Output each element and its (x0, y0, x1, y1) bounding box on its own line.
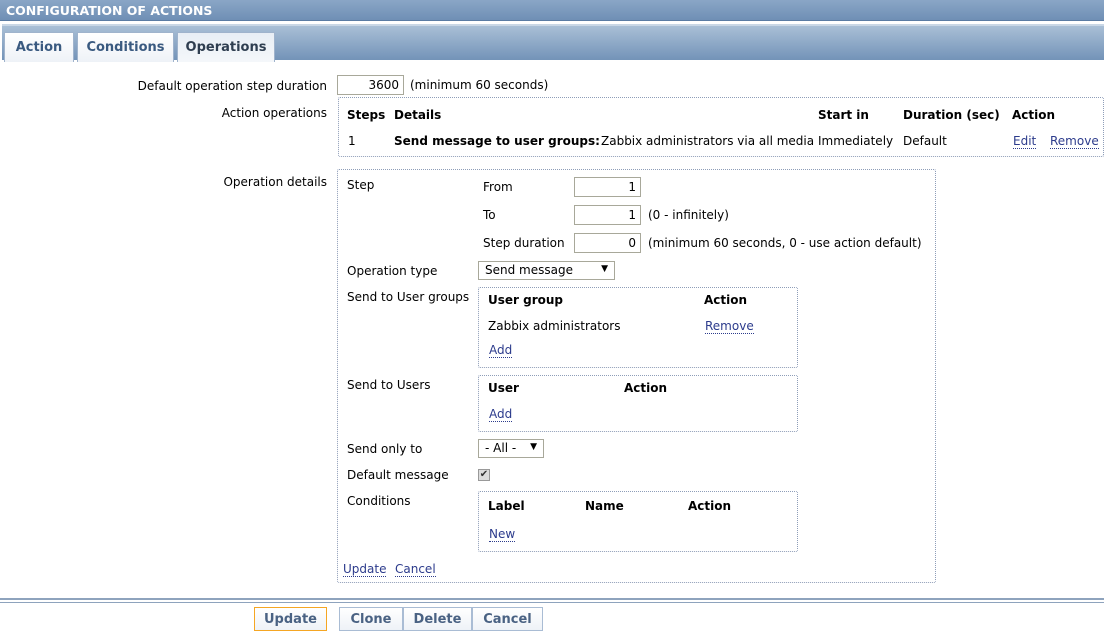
user-group-name: Zabbix administrators (488, 319, 621, 333)
page-header: CONFIGURATION OF ACTIONS (0, 0, 1104, 21)
col-action: Action (704, 293, 748, 307)
user-groups-table: User group Action Zabbix administrators … (478, 287, 798, 368)
step-to-hint: (0 - infinitely) (648, 208, 729, 222)
row-start-in: Immediately (818, 134, 894, 148)
tab-action[interactable]: Action (4, 32, 74, 62)
tab-operations[interactable]: Operations (177, 32, 275, 62)
col-action: Action (688, 499, 732, 513)
user-groups-label: Send to User groups (347, 290, 470, 304)
default-step-duration-hint: (minimum 60 seconds) (410, 78, 549, 92)
operation-cancel-link[interactable]: Cancel (395, 562, 436, 577)
default-step-duration-input[interactable]: 3600 (337, 75, 404, 95)
dropdown-arrow-icon: ▼ (530, 442, 537, 452)
conditions-label: Conditions (347, 494, 411, 508)
send-only-to-select[interactable]: - All - ▼ (478, 439, 544, 458)
new-condition-link[interactable]: New (489, 527, 516, 542)
operation-update-link[interactable]: Update (343, 562, 387, 577)
row-duration: Default (903, 134, 947, 148)
edit-link[interactable]: Edit (1013, 134, 1037, 149)
to-label: To (483, 208, 496, 222)
tab-conditions[interactable]: Conditions (77, 32, 174, 62)
row-steps: 1 (348, 134, 356, 148)
col-details: Details (394, 108, 442, 122)
step-duration-input[interactable]: 0 (574, 233, 641, 253)
add-user-link[interactable]: Add (489, 407, 513, 422)
step-duration-hint: (minimum 60 seconds, 0 - use action defa… (648, 236, 922, 250)
operation-type-select[interactable]: Send message ▼ (478, 261, 615, 280)
step-duration-label: Step duration (483, 236, 565, 250)
col-label: Label (488, 499, 525, 513)
operation-type-value: Send message (485, 263, 573, 277)
col-name: Name (585, 499, 624, 513)
col-start-in: Start in (818, 108, 869, 122)
col-duration: Duration (sec) (903, 108, 1000, 122)
dropdown-arrow-icon: ▼ (601, 264, 608, 274)
row-details-type: Send message to user groups: (394, 134, 600, 148)
remove-link[interactable]: Remove (1050, 134, 1099, 149)
clone-button[interactable]: Clone (339, 607, 403, 631)
action-operations-table: Steps Details Start in Duration (sec) Ac… (338, 97, 1104, 157)
col-action: Action (1012, 108, 1056, 122)
step-label: Step (347, 178, 375, 192)
action-operations-label: Action operations (221, 106, 327, 120)
step-from-input[interactable]: 1 (574, 177, 641, 197)
update-button[interactable]: Update (254, 607, 327, 631)
step-to-input[interactable]: 1 (574, 205, 641, 225)
send-only-to-label: Send only to (347, 442, 423, 456)
users-table: User Action Add (478, 375, 798, 432)
row-details: Zabbix administrators via all media (601, 134, 815, 148)
col-user: User (488, 381, 519, 395)
operation-details-label: Operation details (223, 175, 327, 189)
delete-button[interactable]: Delete (403, 607, 472, 631)
users-label: Send to Users (347, 378, 431, 392)
default-message-checkbox[interactable]: ✔ (478, 469, 490, 481)
page-title: CONFIGURATION OF ACTIONS (6, 3, 213, 18)
col-steps: Steps (347, 108, 386, 122)
send-only-to-value: - All - (485, 441, 517, 455)
operation-type-label: Operation type (347, 264, 438, 278)
remove-user-group-link[interactable]: Remove (705, 319, 754, 334)
from-label: From (483, 180, 513, 194)
add-user-group-link[interactable]: Add (489, 343, 513, 358)
col-action: Action (624, 381, 668, 395)
tab-bar: Action Conditions Operations (2, 24, 1104, 62)
cancel-button[interactable]: Cancel (472, 607, 543, 631)
default-message-label: Default message (347, 468, 449, 482)
col-user-group: User group (488, 293, 564, 307)
footer-divider (0, 598, 1104, 603)
default-step-duration-label: Default operation step duration (137, 79, 327, 93)
checkmark-icon: ✔ (479, 469, 489, 480)
conditions-table: Label Name Action New (478, 491, 798, 552)
